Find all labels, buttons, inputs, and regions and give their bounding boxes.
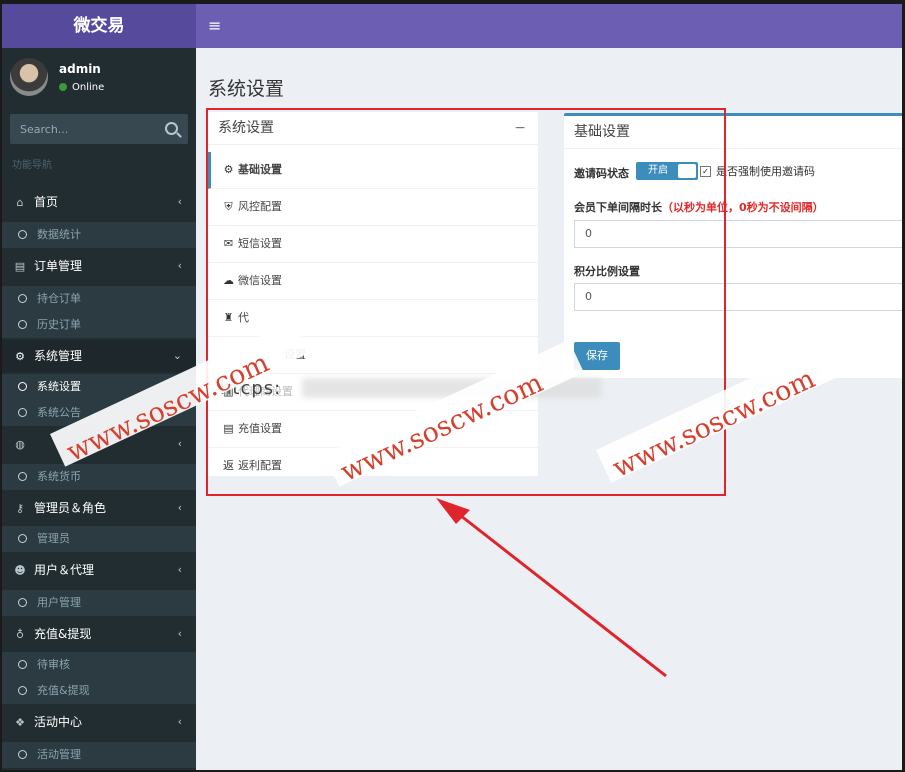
- app-window: 微交易 admin Online 功能导航 ⌂首页‹ 数据统计 ▤订单管理‹ 持…: [2, 4, 902, 770]
- arrow-shaft: [455, 510, 667, 678]
